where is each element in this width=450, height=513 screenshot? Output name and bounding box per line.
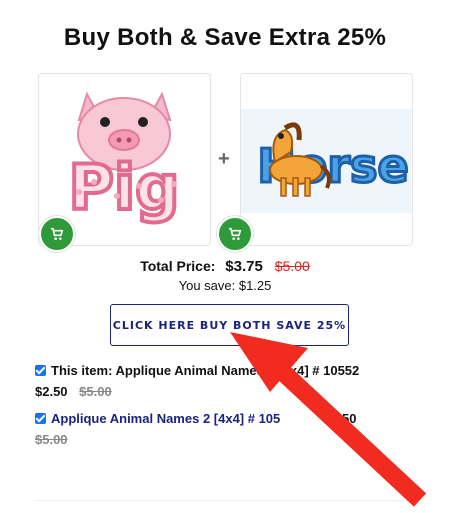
plus-sign: + (218, 148, 230, 170)
cart-icon (229, 227, 242, 240)
bundle-item-other: Applique Animal Names 2 [4x4] # 105 $2.5… (35, 408, 415, 450)
divider (35, 500, 415, 501)
product-image-horse[interactable]: Horse (240, 73, 413, 246)
item-old-price: $5.00 (79, 384, 112, 399)
cart-icon (51, 227, 64, 240)
savings-text: You save: $1.25 (178, 278, 272, 293)
horse-applique-image: Horse (241, 109, 412, 213)
item-checkbox[interactable] (35, 365, 46, 376)
item-old-price: $5.00 (35, 432, 68, 447)
pig-word: Pig (68, 151, 179, 224)
bundle-item-this: This item: Applique Animal Names 2 [4x4]… (35, 360, 415, 402)
total-price-row: Total Price: $3.75 $5.00 (0, 258, 450, 275)
item-title-prefix: This item: Applique Animal (51, 363, 222, 378)
item-title-hidden: Names 2 (221, 363, 275, 378)
item-title-suffix: [4x4] # 10552 (274, 363, 360, 378)
add-to-cart-button-pig[interactable] (39, 216, 75, 252)
page-title: Buy Both & Save Extra 25% (63, 24, 387, 51)
item-price: $2.50 (323, 411, 357, 426)
total-old-price: $5.00 (274, 258, 310, 274)
total-price-label: Total Price: (140, 258, 216, 274)
buy-both-button[interactable]: CLICK HERE BUY BOTH SAVE 25% (110, 304, 349, 346)
item-title-link[interactable]: Applique Animal Names 2 [4x4] # 105 (51, 411, 280, 426)
item-price: $2.50 (35, 384, 68, 399)
item-checkbox[interactable] (35, 413, 46, 424)
add-to-cart-button-horse[interactable] (217, 216, 253, 252)
total-price-value: $3.75 (225, 258, 263, 275)
